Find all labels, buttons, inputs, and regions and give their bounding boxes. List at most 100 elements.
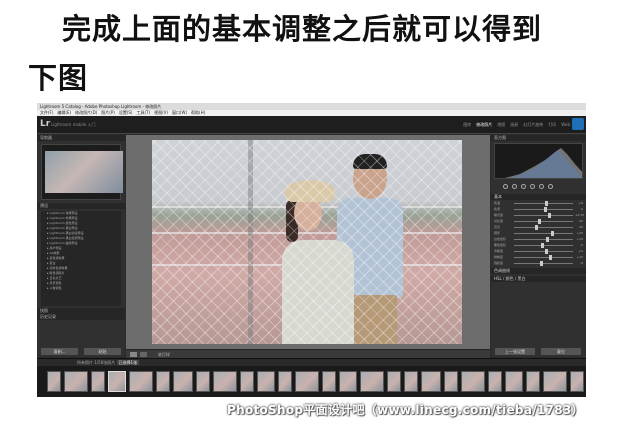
slider-row[interactable]: 饱和度 -8 bbox=[491, 260, 586, 266]
filmstrip-thumbnail[interactable] bbox=[47, 371, 61, 392]
filmstrip-thumbnail[interactable] bbox=[240, 371, 254, 392]
filmstrip-thumbnail[interactable] bbox=[129, 371, 153, 392]
module-tab[interactable]: 画册 bbox=[510, 122, 518, 128]
navigator-preview[interactable] bbox=[41, 144, 123, 200]
spot-removal-icon[interactable] bbox=[512, 184, 517, 189]
heading-line-2: 下图 bbox=[28, 61, 89, 95]
module-tab[interactable]: 修改照片 bbox=[476, 122, 492, 128]
photo-viewer[interactable] bbox=[126, 135, 490, 349]
loupe-view-icon[interactable] bbox=[130, 352, 137, 357]
paste-button[interactable]: 粘贴 bbox=[84, 348, 121, 355]
crop-tool-icon[interactable] bbox=[503, 184, 508, 189]
filmstrip-thumbnail[interactable] bbox=[570, 371, 584, 392]
slider-track[interactable] bbox=[514, 254, 573, 260]
slider-track[interactable] bbox=[514, 260, 573, 266]
histogram bbox=[494, 143, 583, 179]
module-tab[interactable]: 地图 bbox=[497, 122, 505, 128]
slider-track[interactable] bbox=[514, 248, 573, 254]
filmstrip-thumbnail[interactable] bbox=[108, 371, 126, 392]
slider-knob[interactable] bbox=[543, 206, 547, 212]
copy-button[interactable]: 复制... bbox=[41, 348, 78, 355]
filmstrip-thumbnail[interactable] bbox=[444, 371, 458, 392]
filmstrip-thumbnail[interactable] bbox=[278, 371, 292, 392]
slider-value[interactable]: -5 bbox=[575, 243, 583, 247]
sync-badge-icon[interactable] bbox=[572, 118, 584, 130]
slider-knob[interactable] bbox=[537, 218, 541, 224]
slider-value[interactable]: -20 bbox=[575, 219, 583, 223]
filmstrip-thumbnail[interactable] bbox=[421, 371, 441, 392]
navigator-header[interactable]: 导航器 bbox=[37, 135, 125, 141]
slider-knob[interactable] bbox=[550, 230, 554, 236]
filmstrip-thumbnail[interactable] bbox=[461, 371, 485, 392]
slider-track[interactable] bbox=[514, 200, 573, 206]
slider-track[interactable] bbox=[514, 242, 573, 248]
filmstrip-thumbnail[interactable] bbox=[339, 371, 357, 392]
adjustment-brush-icon[interactable] bbox=[548, 184, 553, 189]
preset-item[interactable]: ▸ 人像调色 bbox=[41, 286, 121, 291]
slider-label: 曝光度 bbox=[494, 213, 504, 217]
slider-knob[interactable] bbox=[548, 212, 552, 218]
slider-label: 色温 bbox=[494, 201, 501, 205]
filmstrip-thumbnail[interactable] bbox=[387, 371, 401, 392]
filmstrip-selection: 已选择1张 bbox=[116, 360, 140, 365]
main-photo[interactable] bbox=[152, 140, 462, 344]
slider-value[interactable]: 0 bbox=[575, 207, 583, 211]
module-tab[interactable]: 打印 bbox=[548, 122, 556, 128]
filmstrip-thumbnail[interactable] bbox=[543, 371, 567, 392]
hsl-header[interactable]: HSL / 颜色 / 黑白 bbox=[491, 276, 586, 282]
filmstrip-thumbnail[interactable] bbox=[505, 371, 523, 392]
filmstrip-thumbnail[interactable] bbox=[404, 371, 418, 392]
slider-knob[interactable] bbox=[539, 260, 543, 266]
filmstrip-thumbnail[interactable] bbox=[526, 371, 540, 392]
slider-knob[interactable] bbox=[541, 242, 545, 248]
slider-label: 对比度 bbox=[494, 219, 504, 223]
slider-track[interactable] bbox=[514, 212, 573, 218]
chain-link-fence bbox=[152, 140, 462, 344]
slider-value[interactable]: +15 bbox=[575, 255, 583, 259]
filmstrip-thumbnail[interactable] bbox=[64, 371, 88, 392]
filmstrip-thumbnail[interactable] bbox=[295, 371, 319, 392]
slider-knob[interactable] bbox=[549, 254, 553, 260]
slider-value[interactable]: +10 bbox=[575, 237, 583, 241]
tone-curve-header[interactable]: 色调曲线 bbox=[491, 268, 586, 274]
slider-track[interactable] bbox=[514, 230, 573, 236]
graduated-filter-icon[interactable] bbox=[530, 184, 535, 189]
presets-header[interactable]: 预设 bbox=[37, 203, 125, 209]
slider-value[interactable]: +0.35 bbox=[575, 213, 584, 217]
slider-track[interactable] bbox=[514, 206, 573, 212]
module-tab[interactable]: 图库 bbox=[463, 122, 471, 128]
slider-value[interactable]: -8 bbox=[575, 261, 583, 265]
filmstrip-thumbnail[interactable] bbox=[196, 371, 210, 392]
slider-knob[interactable] bbox=[544, 200, 548, 206]
filmstrip-thumbnail[interactable] bbox=[91, 371, 105, 392]
history-header[interactable]: 历史记录 bbox=[37, 314, 125, 320]
slider-value[interactable]: -30 bbox=[575, 225, 583, 229]
radial-filter-icon[interactable] bbox=[539, 184, 544, 189]
filmstrip-thumbnail[interactable] bbox=[156, 371, 170, 392]
filmstrip-thumbnail[interactable] bbox=[322, 371, 336, 392]
slider-knob[interactable] bbox=[534, 224, 538, 230]
filmstrip-thumbnail[interactable] bbox=[360, 371, 384, 392]
slider-track[interactable] bbox=[514, 218, 573, 224]
slider-label: 色调 bbox=[494, 207, 501, 211]
red-eye-icon[interactable] bbox=[521, 184, 526, 189]
filmstrip-thumbnail[interactable] bbox=[173, 371, 193, 392]
slider-value[interactable]: +5 bbox=[575, 249, 583, 253]
filmstrip-thumbnail[interactable] bbox=[257, 371, 275, 392]
before-after-icon[interactable] bbox=[140, 352, 147, 357]
slider-value[interactable]: +25 bbox=[575, 231, 583, 235]
module-tab[interactable]: Web bbox=[561, 122, 570, 128]
slider-label: 高光 bbox=[494, 225, 501, 229]
module-tab[interactable]: 幻灯片放映 bbox=[523, 122, 543, 128]
filmstrip-source[interactable]: 所有照片 bbox=[77, 360, 93, 365]
slider-knob[interactable] bbox=[546, 236, 550, 242]
slider-track[interactable] bbox=[514, 224, 573, 230]
slider-value[interactable]: +8 bbox=[575, 201, 583, 205]
slider-track[interactable] bbox=[514, 236, 573, 242]
slider-knob[interactable] bbox=[545, 248, 549, 254]
histogram-header[interactable]: 直方图 bbox=[491, 135, 586, 141]
previous-settings-button[interactable]: 上一张设置 bbox=[495, 348, 535, 355]
filmstrip-thumbnail[interactable] bbox=[488, 371, 502, 392]
filmstrip-thumbnail[interactable] bbox=[213, 371, 237, 392]
reset-button[interactable]: 复位 bbox=[541, 348, 581, 355]
